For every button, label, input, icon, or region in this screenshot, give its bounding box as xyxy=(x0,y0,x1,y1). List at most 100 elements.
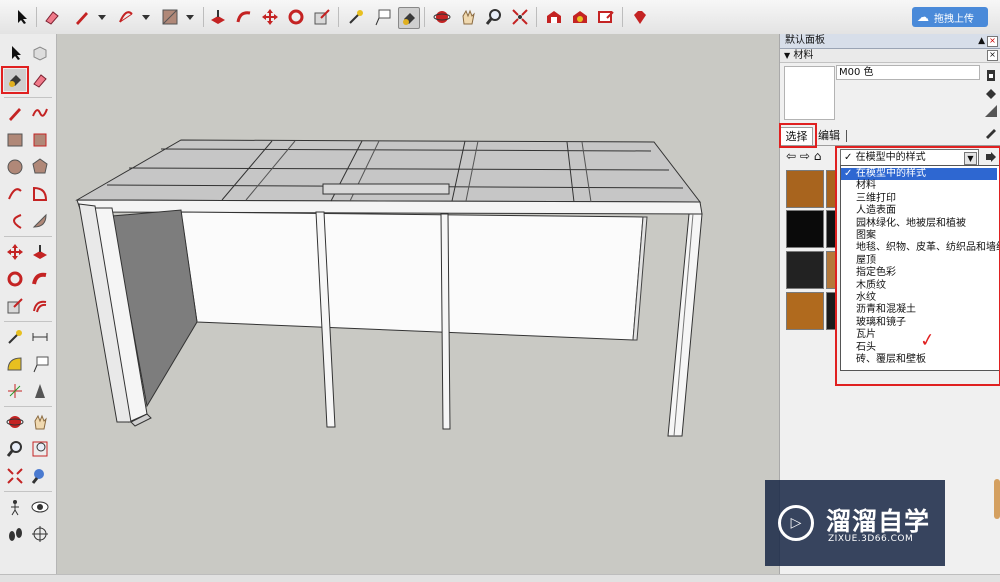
chevron-down-icon[interactable]: ▼ xyxy=(964,152,977,165)
freehand-icon[interactable] xyxy=(29,102,51,124)
paint-bucket-icon[interactable] xyxy=(1,66,29,94)
chevron-down-icon[interactable] xyxy=(136,7,156,27)
details-arrow-icon[interactable] xyxy=(984,150,998,164)
protractor-icon[interactable] xyxy=(4,353,26,375)
sample-paint-icon[interactable] xyxy=(984,86,998,100)
close-icon[interactable]: × xyxy=(987,50,998,61)
eraser-icon[interactable] xyxy=(42,7,62,27)
dropdown-item[interactable]: 沥青和混凝土 xyxy=(856,304,916,316)
forward-arrow-icon[interactable]: ⇨ xyxy=(800,149,810,163)
look-around-icon[interactable] xyxy=(29,496,51,518)
3d-text-icon[interactable] xyxy=(29,380,51,402)
warehouse-icon[interactable] xyxy=(544,7,564,27)
chevron-down-icon[interactable] xyxy=(92,7,112,27)
dropdown-item[interactable]: 材料 xyxy=(856,180,876,192)
text-icon[interactable] xyxy=(29,353,51,375)
home-icon[interactable]: ⌂ xyxy=(814,149,822,163)
dropdown-item[interactable]: 园林绿化、地被层和植被 xyxy=(856,218,966,230)
zoom-extents-icon[interactable] xyxy=(510,7,530,27)
dropdown-item[interactable]: 在模型中的样式 xyxy=(856,168,926,180)
polygon-icon[interactable] xyxy=(29,156,51,178)
offset-icon[interactable] xyxy=(29,295,51,317)
display-toggle-icon[interactable] xyxy=(984,104,998,118)
pencil-icon[interactable] xyxy=(4,102,26,124)
move-icon[interactable] xyxy=(4,241,26,263)
dropdown-item[interactable]: 人造表面 xyxy=(856,205,896,217)
material-thumbnail-partial[interactable] xyxy=(826,170,835,208)
material-thumbnail-black[interactable] xyxy=(786,210,824,248)
dimension-icon[interactable] xyxy=(29,326,51,348)
shape-icon[interactable] xyxy=(160,7,180,27)
tab-select[interactable]: 选择 xyxy=(780,127,813,145)
dropdown-item[interactable]: 瓦片 xyxy=(856,329,876,341)
zoom-extents-icon[interactable] xyxy=(4,465,26,487)
move-icon[interactable] xyxy=(260,7,280,27)
eraser-icon[interactable] xyxy=(29,69,51,91)
materials-section-header[interactable]: ▼ 材料 × xyxy=(780,49,1000,63)
tape-icon[interactable] xyxy=(346,7,366,27)
material-thumbnail-partial[interactable] xyxy=(826,210,835,248)
pushpull-icon[interactable] xyxy=(29,241,51,263)
scale-icon[interactable] xyxy=(4,295,26,317)
dropdown-item[interactable]: 玻璃和镜子 xyxy=(856,317,906,329)
pan-icon[interactable] xyxy=(29,411,51,433)
extension-icon[interactable] xyxy=(570,7,590,27)
tab-edit[interactable]: 编辑 xyxy=(818,127,840,144)
walk-icon[interactable] xyxy=(4,523,26,545)
arc-icon[interactable] xyxy=(116,7,136,27)
arc2-icon[interactable] xyxy=(29,210,51,232)
text-icon[interactable] xyxy=(372,7,392,27)
eyedropper-icon[interactable] xyxy=(984,125,998,139)
previous-view-icon[interactable] xyxy=(29,465,51,487)
select-arrow-icon[interactable] xyxy=(12,7,32,27)
dropdown-item[interactable]: 图案 xyxy=(856,230,876,242)
circle-icon[interactable] xyxy=(4,156,26,178)
material-thumbnail-partial[interactable] xyxy=(826,251,835,289)
zoom-window-icon[interactable] xyxy=(29,438,51,460)
dropdown-item[interactable]: 三维打印 xyxy=(856,193,896,205)
upload-button[interactable]: ☁ 拖拽上传 xyxy=(912,7,988,27)
rotate-icon[interactable] xyxy=(286,7,306,27)
select-icon[interactable] xyxy=(5,42,27,64)
material-thumbnail-dark[interactable] xyxy=(786,251,824,289)
back-arrow-icon[interactable]: ⇦ xyxy=(786,149,796,163)
dropdown-item[interactable]: 水纹 xyxy=(856,292,876,304)
dropdown-item[interactable]: 石头 xyxy=(856,342,876,354)
material-thumbnail-wood2[interactable] xyxy=(786,292,824,330)
rotated-rectangle-icon[interactable] xyxy=(29,129,51,151)
dropdown-item[interactable]: 砖、覆层和壁板 xyxy=(856,354,926,366)
ruby-icon[interactable] xyxy=(630,7,650,27)
dropdown-item[interactable]: 地毯、织物、皮革、纺织品和墙纸 xyxy=(856,242,1000,254)
model-viewport[interactable] xyxy=(57,34,779,574)
arc-icon[interactable] xyxy=(4,183,26,205)
share-icon[interactable] xyxy=(596,7,616,27)
arc3-icon[interactable] xyxy=(4,210,26,232)
axes-icon[interactable] xyxy=(4,380,26,402)
pencil-icon[interactable] xyxy=(72,7,92,27)
pan-icon[interactable] xyxy=(458,7,478,27)
followme-icon[interactable] xyxy=(234,7,254,27)
pushpull-icon[interactable] xyxy=(208,7,228,27)
tape-icon[interactable] xyxy=(4,326,26,348)
zoom-icon[interactable] xyxy=(484,7,504,27)
paint-bucket-icon[interactable] xyxy=(398,7,420,29)
dropdown-item[interactable]: 木质纹 xyxy=(856,280,886,292)
chevron-down-icon[interactable] xyxy=(180,7,200,27)
section-plane-icon[interactable] xyxy=(29,523,51,545)
position-camera-icon[interactable] xyxy=(4,496,26,518)
component-icon[interactable] xyxy=(29,42,51,64)
pin-icon[interactable]: ▲ xyxy=(978,34,985,48)
dropdown-item[interactable]: 指定色彩 xyxy=(856,267,896,279)
orbit-icon[interactable] xyxy=(4,411,26,433)
rotate-icon[interactable] xyxy=(4,268,26,290)
material-thumbnail-partial[interactable] xyxy=(826,292,835,330)
material-thumbnail-wood[interactable] xyxy=(786,170,824,208)
followme-icon[interactable] xyxy=(29,268,51,290)
create-material-icon[interactable] xyxy=(984,68,998,82)
pie-icon[interactable] xyxy=(29,183,51,205)
material-name-field[interactable]: M00 色 xyxy=(836,65,980,80)
rectangle-icon[interactable] xyxy=(4,129,26,151)
zoom-icon[interactable] xyxy=(4,438,26,460)
orbit-icon[interactable] xyxy=(432,7,452,27)
dropdown-item[interactable]: 屋顶 xyxy=(856,255,876,267)
